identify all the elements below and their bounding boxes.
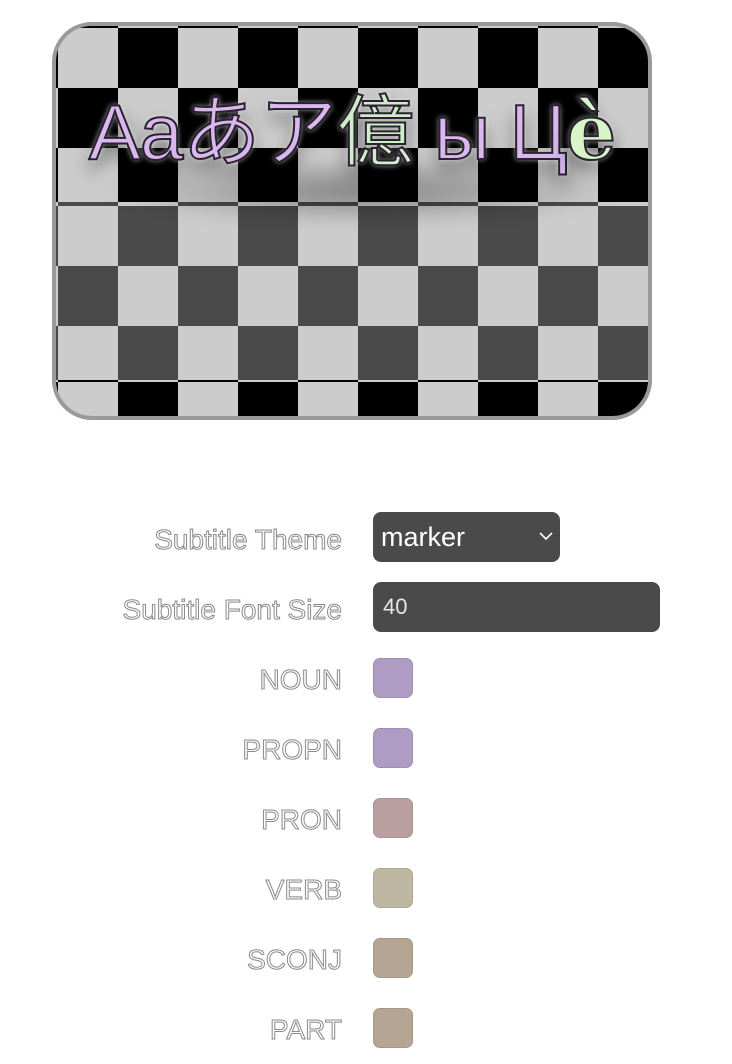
- pos-label-pron: PRON: [261, 804, 343, 836]
- setting-row-part: PART: [0, 994, 732, 1064]
- pos-label-verb: VERB: [265, 874, 342, 906]
- subtitle-token: Aa: [88, 87, 184, 177]
- setting-row-propn: PROPN: [0, 714, 732, 784]
- color-swatch-sconj[interactable]: [373, 938, 413, 978]
- theme-select[interactable]: marker: [373, 512, 560, 562]
- subtitle-token: あ: [181, 87, 261, 177]
- theme-select-value: marker: [381, 522, 466, 552]
- subtitle-token: 億: [335, 87, 415, 177]
- setting-row-theme: Subtitle Theme marker: [0, 504, 732, 574]
- color-swatch-propn[interactable]: [373, 728, 413, 768]
- preview-checker-bottom: [56, 380, 648, 416]
- theme-label: Subtitle Theme: [154, 524, 343, 556]
- color-swatch-part[interactable]: [373, 1008, 413, 1048]
- setting-row-sconj: SCONJ: [0, 924, 732, 994]
- setting-row-pron: PRON: [0, 784, 732, 854]
- chevron-down-icon: [539, 532, 553, 541]
- color-swatch-noun[interactable]: [373, 658, 413, 698]
- subtitle-settings: Subtitle Theme marker Subtitle Font Size…: [0, 504, 732, 1064]
- color-swatch-verb[interactable]: [373, 868, 413, 908]
- subtitle-preview: Aaあア億 ы Цè: [52, 22, 652, 420]
- color-swatch-pron[interactable]: [373, 798, 413, 838]
- pos-label-noun: NOUN: [259, 664, 342, 696]
- setting-row-font-size: Subtitle Font Size 40: [0, 574, 732, 644]
- subtitle-token: Ц: [509, 87, 569, 177]
- pos-label-part: PART: [269, 1014, 342, 1046]
- setting-row-verb: VERB: [0, 854, 732, 924]
- subtitle-token: è: [565, 86, 617, 179]
- font-size-label: Subtitle Font Size: [122, 594, 342, 626]
- setting-row-noun: NOUN: [0, 644, 732, 714]
- font-size-input[interactable]: 40: [373, 582, 660, 632]
- pos-label-sconj: SCONJ: [247, 944, 343, 976]
- subtitle-token: ы: [413, 87, 510, 177]
- subtitle-sample-text: Aaあア億 ы Цè: [56, 84, 648, 181]
- subtitle-token: ア: [258, 87, 338, 177]
- pos-label-propn: PROPN: [242, 734, 343, 766]
